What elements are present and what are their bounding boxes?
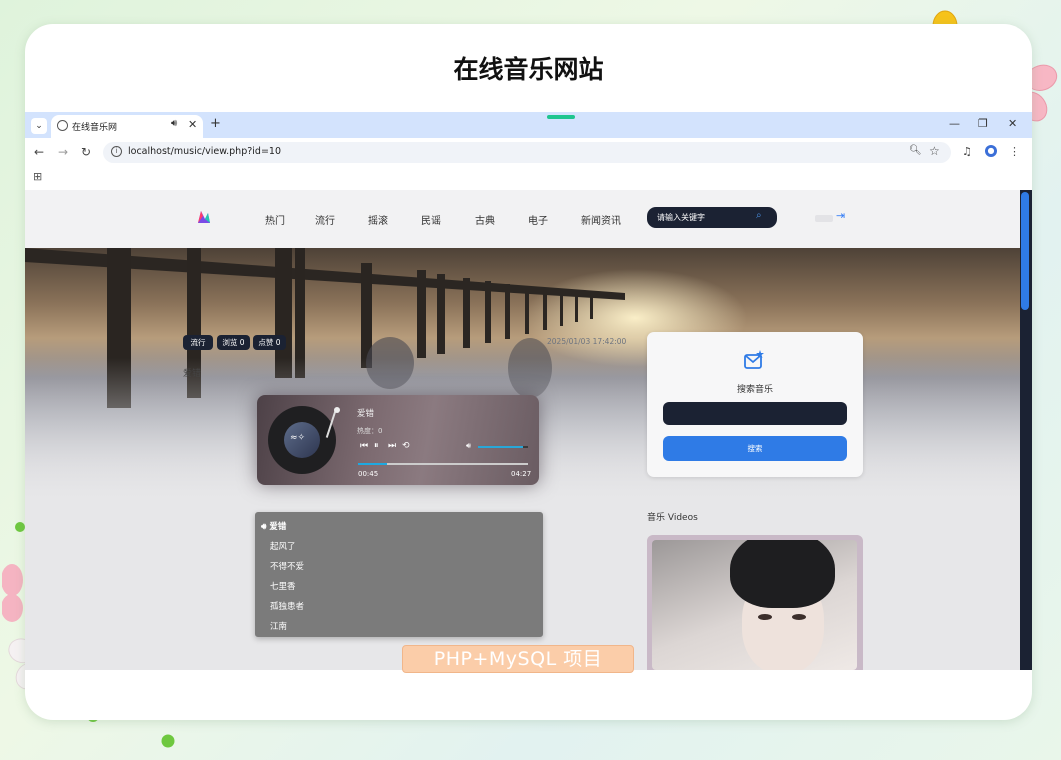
menu-chevron-icon[interactable]: ⌄ bbox=[31, 118, 47, 134]
tag-views: 浏览 0 bbox=[217, 335, 250, 350]
plus-icon[interactable]: + bbox=[210, 116, 221, 131]
playlist-item[interactable]: 不得不爱 bbox=[270, 560, 304, 572]
globe-icon bbox=[57, 120, 68, 131]
music-search-input[interactable] bbox=[663, 402, 847, 425]
omnibox[interactable]: i localhost/music/view.php?id=10 🔍︎ ☆ bbox=[103, 142, 951, 163]
close-icon[interactable]: ✕ bbox=[1008, 117, 1017, 130]
music-player: ≈✧ 爱错 热度：0 ⏮︎ ⏸︎ ⏭︎ ⟲ 🔊︎ 00:45 04:27 bbox=[257, 395, 539, 485]
music-website: 热门 流行 摇滚 民谣 古典 电子 新闻资讯 请输入关键字 ⌕ ⇥ 流行 浏览 … bbox=[25, 190, 1020, 670]
minimize-icon[interactable]: — bbox=[949, 117, 960, 130]
browser-tab[interactable]: 在线音乐网 🔊︎ ✕ bbox=[51, 115, 203, 138]
restore-icon[interactable]: ❐ bbox=[978, 117, 988, 130]
tonearm-head bbox=[334, 407, 340, 413]
slide-title: 在线音乐网站 bbox=[453, 55, 604, 84]
portrait-eye bbox=[758, 614, 772, 620]
videos-heading: 音乐 Videos bbox=[647, 513, 698, 523]
progress-bar[interactable] bbox=[358, 463, 528, 465]
more-icon[interactable]: ⋮ bbox=[1009, 145, 1020, 158]
album-art-lettering: ≈✧ bbox=[290, 433, 306, 443]
nav-rock[interactable]: 摇滚 bbox=[368, 212, 388, 227]
nav-hot[interactable]: 热门 bbox=[265, 212, 285, 227]
publish-date: 2025/01/03 17:42:00 bbox=[547, 337, 627, 346]
volume-slider[interactable] bbox=[478, 446, 528, 448]
tag-genre[interactable]: 流行 bbox=[183, 335, 213, 350]
repeat-icon[interactable]: ⟲ bbox=[402, 441, 410, 451]
playlist-item-active[interactable]: 🔊︎ 爱错 bbox=[261, 520, 286, 532]
portrait-eye bbox=[792, 614, 806, 620]
search-placeholder: 请输入关键字 bbox=[657, 213, 705, 222]
nav-folk[interactable]: 民谣 bbox=[421, 212, 441, 227]
apps-grid-icon[interactable]: ⊞ bbox=[33, 170, 42, 183]
playlist-item-label: 爱错 bbox=[269, 522, 287, 532]
reload-icon[interactable]: ↻ bbox=[81, 145, 91, 159]
site-header: 热门 流行 摇滚 民谣 古典 电子 新闻资讯 请输入关键字 ⌕ ⇥ bbox=[25, 190, 1020, 248]
video-frame bbox=[652, 540, 857, 670]
close-icon[interactable]: ✕ bbox=[188, 118, 197, 131]
previous-icon[interactable]: ⏮︎ bbox=[360, 441, 368, 451]
music-search-card: 搜索音乐 搜索 bbox=[647, 332, 863, 477]
login-icon[interactable]: ⇥ bbox=[836, 209, 845, 222]
album-art: ≈✧ bbox=[284, 422, 320, 458]
player-heat: 热度：0 bbox=[357, 427, 383, 435]
progress-fill bbox=[358, 463, 387, 465]
playlist-item[interactable]: 七里香 bbox=[270, 580, 296, 592]
nav-news[interactable]: 新闻资讯 bbox=[581, 212, 621, 227]
search-button[interactable]: 搜索 bbox=[663, 436, 847, 461]
browser-screenshot: ⌄ 在线音乐网 🔊︎ ✕ + — ❐ ✕ ← → ↻ i localhost/m… bbox=[25, 112, 1032, 670]
volume-icon[interactable]: 🔊︎ bbox=[466, 441, 471, 451]
url-text[interactable]: localhost/music/view.php?id=10 bbox=[128, 146, 281, 157]
pause-icon[interactable]: ⏸︎ bbox=[374, 441, 379, 451]
mail-star-icon bbox=[744, 350, 764, 369]
user-placeholder bbox=[815, 215, 833, 222]
search-icon[interactable]: ⌕ bbox=[756, 210, 762, 221]
current-time: 00:45 bbox=[358, 470, 379, 478]
nav-electronic[interactable]: 电子 bbox=[528, 212, 548, 227]
playlist-item[interactable]: 江南 bbox=[270, 620, 287, 632]
duration: 04:27 bbox=[511, 470, 532, 478]
playlist: 🔊︎ 爱错 起风了 不得不爱 七里香 孤独患者 江南 bbox=[255, 512, 543, 637]
playlist-item[interactable]: 起风了 bbox=[270, 540, 296, 552]
site-search-input[interactable]: 请输入关键字 ⌕ bbox=[647, 207, 777, 228]
browser-tab-strip: ⌄ 在线音乐网 🔊︎ ✕ + — ❐ ✕ bbox=[25, 112, 1032, 138]
star-icon[interactable]: ☆ bbox=[929, 144, 940, 158]
tab-title: 在线音乐网 bbox=[72, 123, 118, 133]
player-song-title: 爱错 bbox=[357, 409, 375, 419]
nav-pop[interactable]: 流行 bbox=[315, 212, 335, 227]
song-title-heading: 爱错 bbox=[183, 369, 202, 379]
zoom-icon[interactable]: 🔍︎ bbox=[909, 145, 922, 156]
next-icon[interactable]: ⏭︎ bbox=[388, 441, 396, 451]
vinyl-disc: ≈✧ bbox=[268, 406, 336, 474]
tag-likes[interactable]: 点赞 0 bbox=[253, 335, 286, 350]
tab-accent-bar bbox=[547, 115, 575, 119]
portrait-hair bbox=[730, 540, 835, 608]
info-icon[interactable]: i bbox=[111, 146, 122, 157]
project-badge: PHP+MySQL 项目 bbox=[402, 645, 634, 673]
speaker-icon[interactable]: 🔊︎ bbox=[171, 118, 177, 129]
video-thumbnail[interactable] bbox=[647, 535, 863, 670]
slide-card: 在线音乐网站 ⌄ 在线音乐网 🔊︎ ✕ + — ❐ ✕ ← → ↻ i loca… bbox=[25, 24, 1032, 720]
volume-fill bbox=[478, 446, 523, 448]
address-bar: ← → ↻ i localhost/music/view.php?id=10 🔍… bbox=[25, 138, 1032, 166]
profile-icon[interactable]: ● bbox=[985, 145, 997, 157]
nav-classical[interactable]: 古典 bbox=[475, 212, 495, 227]
forward-icon[interactable]: → bbox=[58, 145, 68, 159]
scrollbar-thumb[interactable] bbox=[1021, 192, 1029, 310]
bookmarks-bar: ⊞ bbox=[25, 166, 1032, 190]
media-icon[interactable]: ♫ bbox=[962, 145, 972, 158]
playlist-item[interactable]: 孤独患者 bbox=[270, 600, 304, 612]
green-dot-decoration bbox=[161, 734, 175, 748]
back-icon[interactable]: ← bbox=[34, 145, 44, 159]
logo-icon[interactable] bbox=[197, 210, 211, 224]
search-card-label: 搜索音乐 bbox=[736, 385, 773, 395]
